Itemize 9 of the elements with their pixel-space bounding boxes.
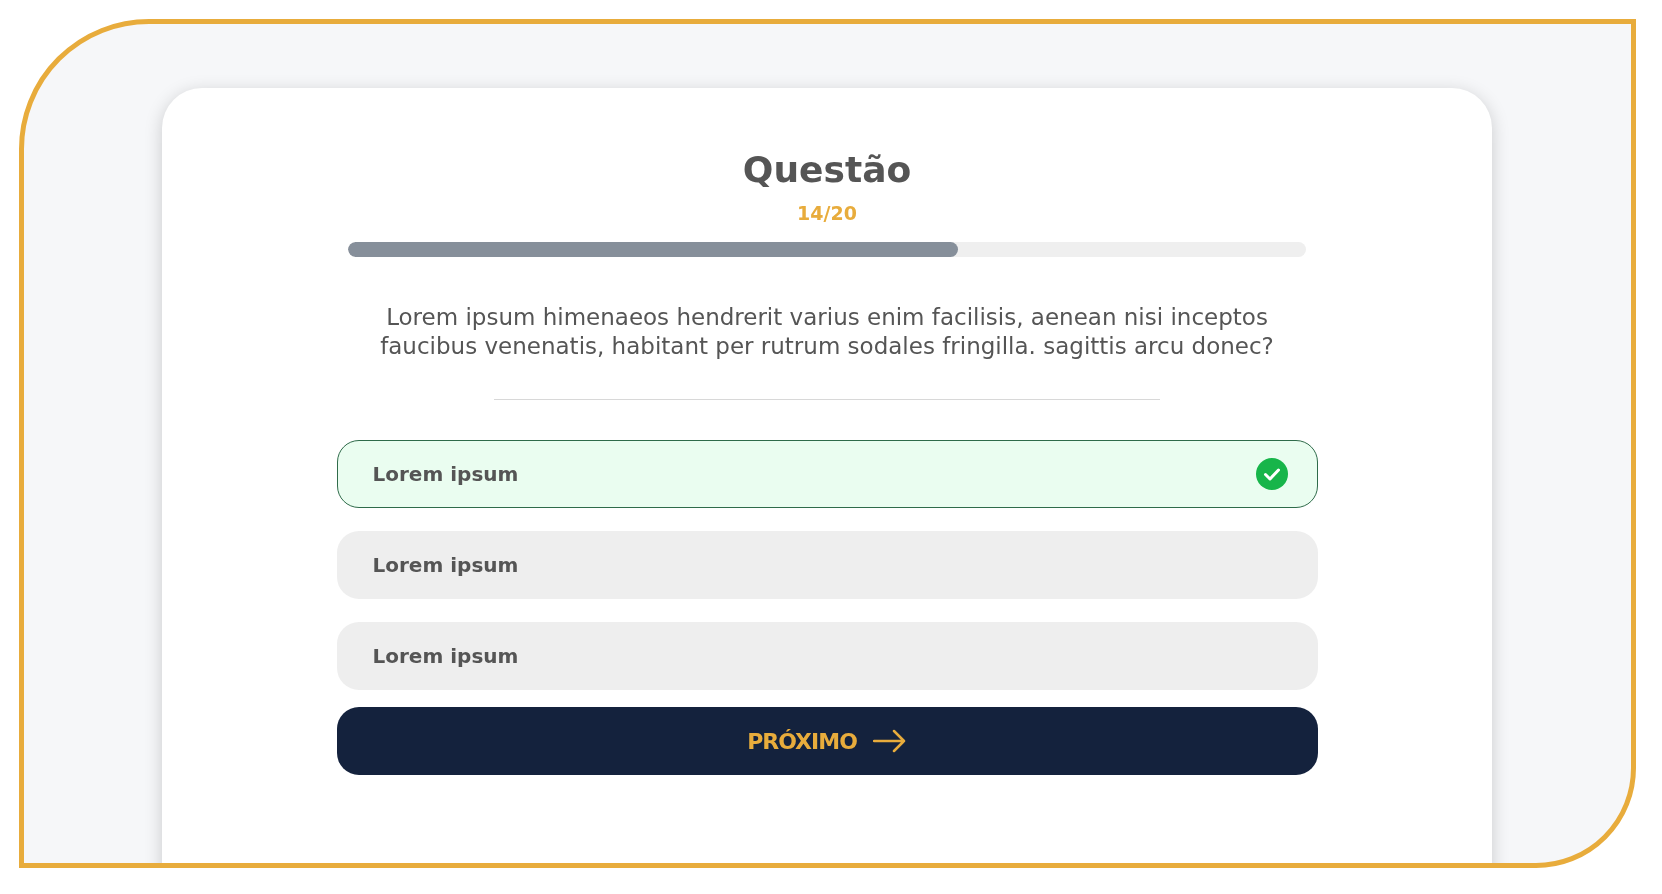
- question-title: Questão: [742, 148, 912, 192]
- next-button[interactable]: PRÓXIMO: [336, 707, 1318, 775]
- arrow-right-icon: [872, 729, 907, 753]
- answer-option[interactable]: Lorem ipsum: [336, 531, 1318, 599]
- question-text: Lorem ipsum himenaeos hendrerit varius enim facilisis, aenean nisi inceptos faucibus venenatis, habitant per rutrum sodales fringilla. sagittis arcu donec?: [379, 303, 1275, 361]
- question-counter: 14/20: [797, 202, 857, 224]
- check-icon: [1255, 458, 1288, 490]
- answer-option[interactable]: Lorem ipsum: [336, 622, 1318, 690]
- answer-option[interactable]: Lorem ipsum: [336, 440, 1318, 508]
